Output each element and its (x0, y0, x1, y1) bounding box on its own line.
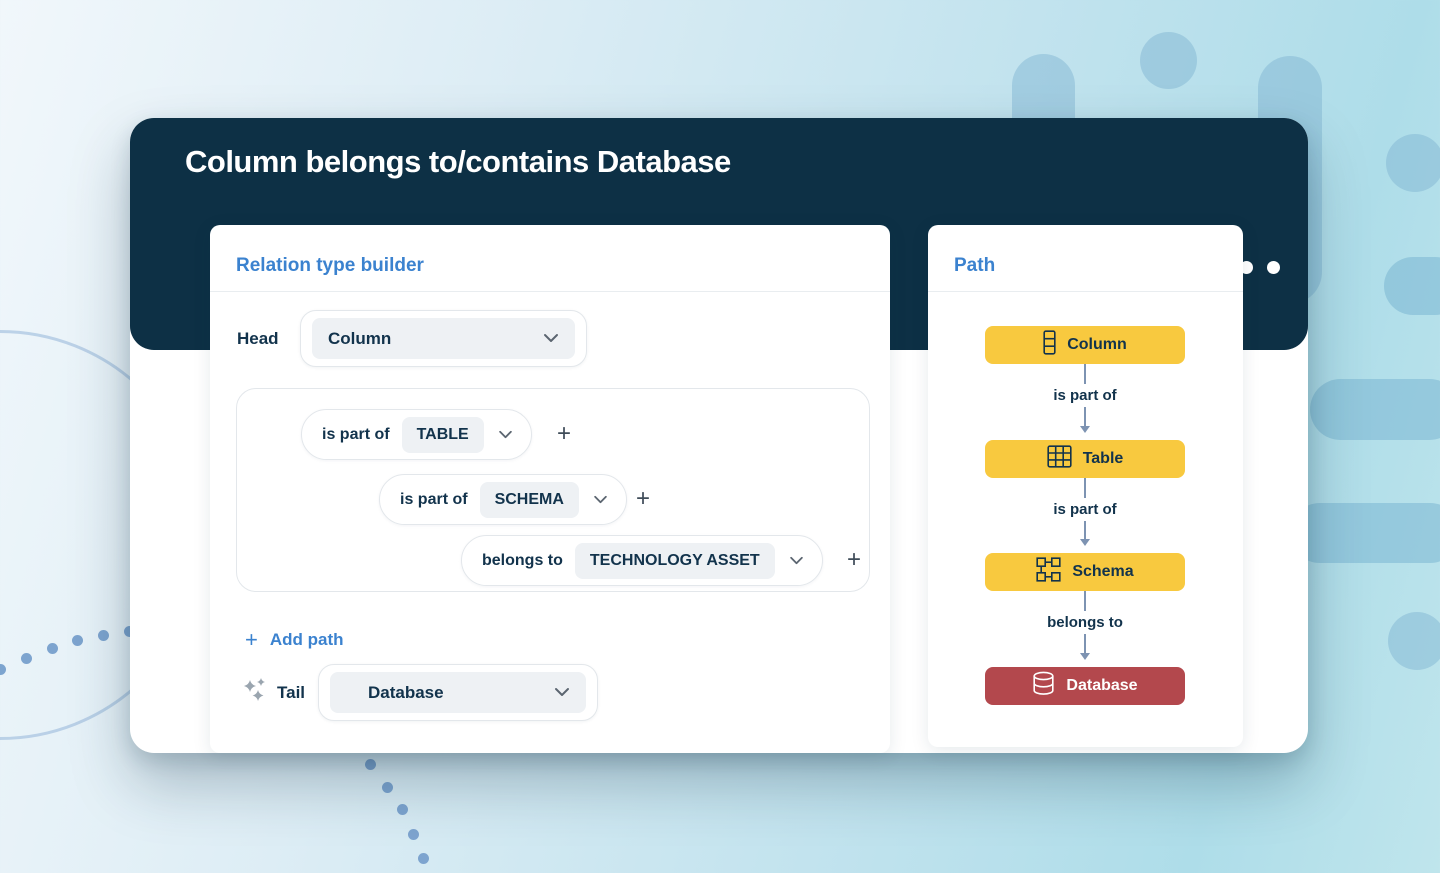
path-edge-3: belongs to (985, 591, 1185, 667)
bg-circle-right-2 (1388, 612, 1440, 670)
add-relation-button[interactable]: + (632, 489, 654, 511)
path-node-column: Column (985, 326, 1185, 364)
relation-row-value: TECHNOLOGY ASSET (575, 543, 775, 579)
edge-label: belongs to (1047, 611, 1123, 634)
chevron-down-icon (543, 330, 559, 348)
arrow-down-icon (1080, 539, 1090, 546)
tail-dropdown[interactable]: Database (318, 664, 598, 721)
window-title: Column belongs to/contains Database (185, 144, 731, 180)
edge-line (1084, 634, 1086, 653)
edge-line (1084, 478, 1086, 498)
tail-label: Tail (277, 683, 305, 703)
bg-dot (21, 653, 32, 664)
relation-rows-container: is part of TABLE + is part of SCHEMA + b… (236, 388, 870, 592)
bg-pill-right-1 (1384, 257, 1440, 315)
bg-dot (397, 804, 408, 815)
path-panel: Path Column is part of (928, 225, 1243, 747)
relation-row-value: TABLE (402, 417, 484, 453)
table-icon (1047, 445, 1072, 473)
bg-circle-top (1140, 32, 1197, 89)
chevron-down-icon (554, 684, 570, 702)
bg-band-right (1290, 503, 1440, 563)
relation-row-label: belongs to (482, 552, 563, 570)
head-dropdown-inner: Column (312, 318, 575, 359)
relation-row-schema[interactable]: is part of SCHEMA (379, 474, 627, 525)
head-label: Head (237, 329, 279, 349)
bg-pill-right-2 (1310, 379, 1440, 440)
schema-icon (1036, 557, 1061, 587)
relation-row-label: is part of (400, 491, 468, 509)
bg-dot (408, 829, 419, 840)
edge-line (1084, 364, 1086, 384)
add-relation-button[interactable]: + (843, 550, 865, 572)
chevron-down-icon[interactable] (593, 491, 608, 509)
relation-row-table[interactable]: is part of TABLE (301, 409, 532, 460)
database-icon (1032, 671, 1055, 701)
path-node-label: Column (1067, 336, 1127, 354)
tail-dropdown-inner: Database (330, 672, 586, 713)
edge-label: is part of (1053, 384, 1116, 407)
divider (928, 291, 1243, 292)
bg-dot (382, 782, 393, 793)
add-path-label: Add path (270, 630, 344, 650)
menu-dot-icon (1267, 261, 1280, 274)
column-icon (1043, 330, 1056, 360)
edge-line (1084, 407, 1086, 426)
bg-dot (47, 643, 58, 654)
bg-circle-right-1 (1386, 134, 1440, 192)
divider (210, 291, 890, 292)
path-node-label: Schema (1072, 563, 1133, 581)
edge-label: is part of (1053, 498, 1116, 521)
relation-row-value: SCHEMA (480, 482, 579, 518)
head-dropdown-value: Column (328, 329, 391, 349)
path-node-label: Database (1066, 677, 1137, 695)
builder-panel-title: Relation type builder (236, 255, 424, 277)
chevron-down-icon[interactable] (498, 426, 513, 444)
bg-dot (72, 635, 83, 646)
edge-line (1084, 591, 1086, 611)
arrow-down-icon (1080, 426, 1090, 433)
path-edge-1: is part of (985, 364, 1185, 440)
path-panel-title: Path (954, 255, 995, 277)
path-node-schema: Schema (985, 553, 1185, 591)
chevron-down-icon[interactable] (789, 552, 804, 570)
bg-dot (98, 630, 109, 641)
plus-icon: + (245, 627, 258, 653)
arrow-down-icon (1080, 653, 1090, 660)
tail-dropdown-value: Database (368, 683, 444, 703)
relation-row-label: is part of (322, 426, 390, 444)
head-dropdown[interactable]: Column (300, 310, 587, 367)
path-edge-2: is part of (985, 478, 1185, 553)
sparkles-icon (240, 676, 272, 713)
app-window: Column belongs to/contains Database Rela… (130, 118, 1308, 753)
bg-dot (365, 759, 376, 770)
path-node-table: Table (985, 440, 1185, 478)
path-node-database: Database (985, 667, 1185, 705)
bg-dot (418, 853, 429, 864)
path-node-label: Table (1083, 450, 1124, 468)
add-relation-button[interactable]: + (553, 424, 575, 446)
desktop-background: { "window": { "title": "Column belongs t… (0, 0, 1440, 873)
add-path-button[interactable]: + Add path (245, 627, 344, 653)
relation-row-technology-asset[interactable]: belongs to TECHNOLOGY ASSET (461, 535, 823, 586)
relation-type-builder-panel: Relation type builder Head Column is par… (210, 225, 890, 753)
edge-line (1084, 521, 1086, 539)
